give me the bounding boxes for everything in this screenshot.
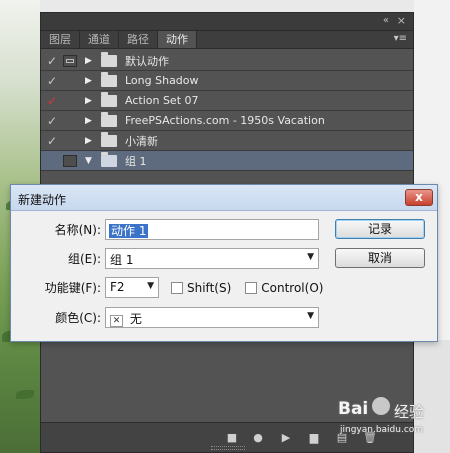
record-button[interactable]: 记录 (335, 219, 425, 239)
control-checkbox-label: Control(O) (261, 280, 324, 295)
dialog-title: 新建动作 (18, 193, 67, 207)
action-set-row[interactable]: ✓ ▶ 小清新 (41, 131, 413, 151)
panel-tabs: 图层 通道 路径 动作 ▾≡ (41, 31, 413, 49)
expand-arrow-icon[interactable]: ▶ (85, 136, 95, 146)
folder-icon (101, 111, 117, 127)
function-key-value: F2 (110, 280, 125, 294)
panel-topbar: « × (41, 13, 413, 31)
baidu-watermark: Bai 经验 jingyan.baidu.com (338, 393, 448, 449)
color-select-value: 无 (129, 312, 142, 326)
leaf-shape (16, 390, 34, 399)
folder-icon (101, 71, 117, 87)
dialog-toggle-icon[interactable] (63, 114, 77, 127)
action-set-row[interactable]: ✓ ▶ Long Shadow (41, 71, 413, 91)
set-label: 组(E): (68, 252, 101, 266)
dialog-titlebar[interactable]: 新建动作 x (11, 185, 437, 211)
check-icon[interactable]: ✓ (41, 114, 63, 128)
action-set-row[interactable]: ✓ ▶ 默认动作 (41, 51, 413, 71)
chevron-down-icon: ▼ (307, 311, 314, 321)
dialog-toggle-icon[interactable] (63, 134, 77, 147)
panel-menu-icon[interactable]: ▾≡ (394, 33, 407, 44)
name-row: 名称(N): 动作 1 (19, 219, 319, 240)
action-set-label: 默认动作 (125, 54, 169, 68)
chevron-down-icon: ▼ (307, 252, 314, 262)
action-set-row-selected[interactable]: ▼ 组 1 (41, 151, 413, 171)
expand-arrow-icon[interactable]: ▶ (85, 96, 95, 106)
dialog-toggle-icon[interactable] (63, 94, 77, 107)
new-action-dialog: 新建动作 x 名称(N): 动作 1 组(E): 组 1 ▼ 功能键(F): F… (10, 184, 438, 342)
set-select-value: 组 1 (110, 253, 134, 267)
expand-arrow-icon[interactable]: ▶ (85, 76, 95, 86)
action-set-row[interactable]: ✓ ▶ FreePSActions.com - 1950s Vacation (41, 111, 413, 131)
color-label: 颜色(C): (55, 311, 101, 325)
action-set-label: Action Set 07 (125, 94, 199, 107)
tab-layers[interactable]: 图层 (41, 31, 80, 48)
set-select[interactable]: 组 1 ▼ (105, 248, 319, 269)
action-set-label: 组 1 (125, 154, 147, 168)
color-row: 颜色(C): ✕ 无 ▼ (19, 307, 319, 328)
set-row: 组(E): 组 1 ▼ (19, 248, 319, 269)
watermark-logo-text: Bai (338, 399, 369, 419)
name-input-value: 动作 1 (109, 224, 149, 238)
function-key-label: 功能键(F): (44, 281, 101, 295)
dialog-toggle-icon[interactable] (63, 54, 77, 67)
dialog-close-button[interactable]: x (405, 189, 433, 206)
record-icon[interactable]: ● (251, 432, 265, 444)
dialog-toggle-icon[interactable] (63, 154, 77, 167)
open-folder-icon (101, 151, 117, 167)
close-icon[interactable]: × (397, 14, 406, 27)
check-icon[interactable]: ✓ (41, 54, 63, 68)
expand-arrow-icon[interactable]: ▶ (85, 116, 95, 126)
action-set-label: 小清新 (125, 134, 158, 148)
watermark-url: jingyan.baidu.com (340, 425, 424, 435)
tab-paths[interactable]: 路径 (119, 31, 158, 48)
name-label: 名称(N): (54, 223, 101, 237)
new-set-icon[interactable]: ▆ (307, 432, 321, 444)
function-key-select[interactable]: F2 ▼ (105, 277, 159, 298)
action-set-label: FreePSActions.com - 1950s Vacation (125, 114, 325, 127)
shift-checkbox[interactable]: Shift(S) (171, 281, 231, 295)
shift-checkbox-label: Shift(S) (187, 280, 232, 295)
paw-icon (372, 397, 390, 415)
play-icon[interactable]: ▶ (279, 432, 293, 444)
no-color-icon: ✕ (110, 315, 123, 327)
watermark-logo-tail: 经验 (394, 403, 425, 421)
control-checkbox[interactable]: Control(O) (245, 281, 323, 295)
check-icon[interactable]: ✓ (41, 134, 63, 148)
resize-grip[interactable] (211, 446, 245, 450)
actions-list: ✓ ▶ 默认动作 ✓ ▶ Long Shadow ✓ ▶ Action Set … (41, 51, 413, 171)
check-icon[interactable]: ✓ (41, 94, 63, 108)
check-icon[interactable]: ✓ (41, 74, 63, 88)
control-checkbox-box[interactable] (245, 281, 258, 294)
action-set-label: Long Shadow (125, 74, 199, 87)
stop-icon[interactable]: ■ (225, 432, 239, 444)
folder-icon (101, 91, 117, 107)
folder-icon (101, 131, 117, 147)
collapse-icon[interactable]: « (383, 15, 389, 26)
expand-arrow-icon[interactable]: ▶ (85, 56, 95, 66)
tab-actions[interactable]: 动作 (158, 31, 197, 48)
tab-channels[interactable]: 通道 (80, 31, 119, 48)
folder-icon (101, 51, 117, 67)
dialog-toggle-icon[interactable] (63, 74, 77, 87)
color-select[interactable]: ✕ 无 ▼ (105, 307, 319, 328)
cancel-button[interactable]: 取消 (335, 248, 425, 268)
name-input[interactable]: 动作 1 (105, 219, 319, 240)
action-set-row[interactable]: ✓ ▶ Action Set 07 (41, 91, 413, 111)
chevron-down-icon: ▼ (147, 281, 154, 291)
function-key-row: 功能键(F): F2 ▼ Shift(S) Control(O) (19, 277, 323, 298)
shift-checkbox-box[interactable] (171, 281, 183, 294)
collapse-arrow-icon[interactable]: ▼ (85, 156, 95, 166)
